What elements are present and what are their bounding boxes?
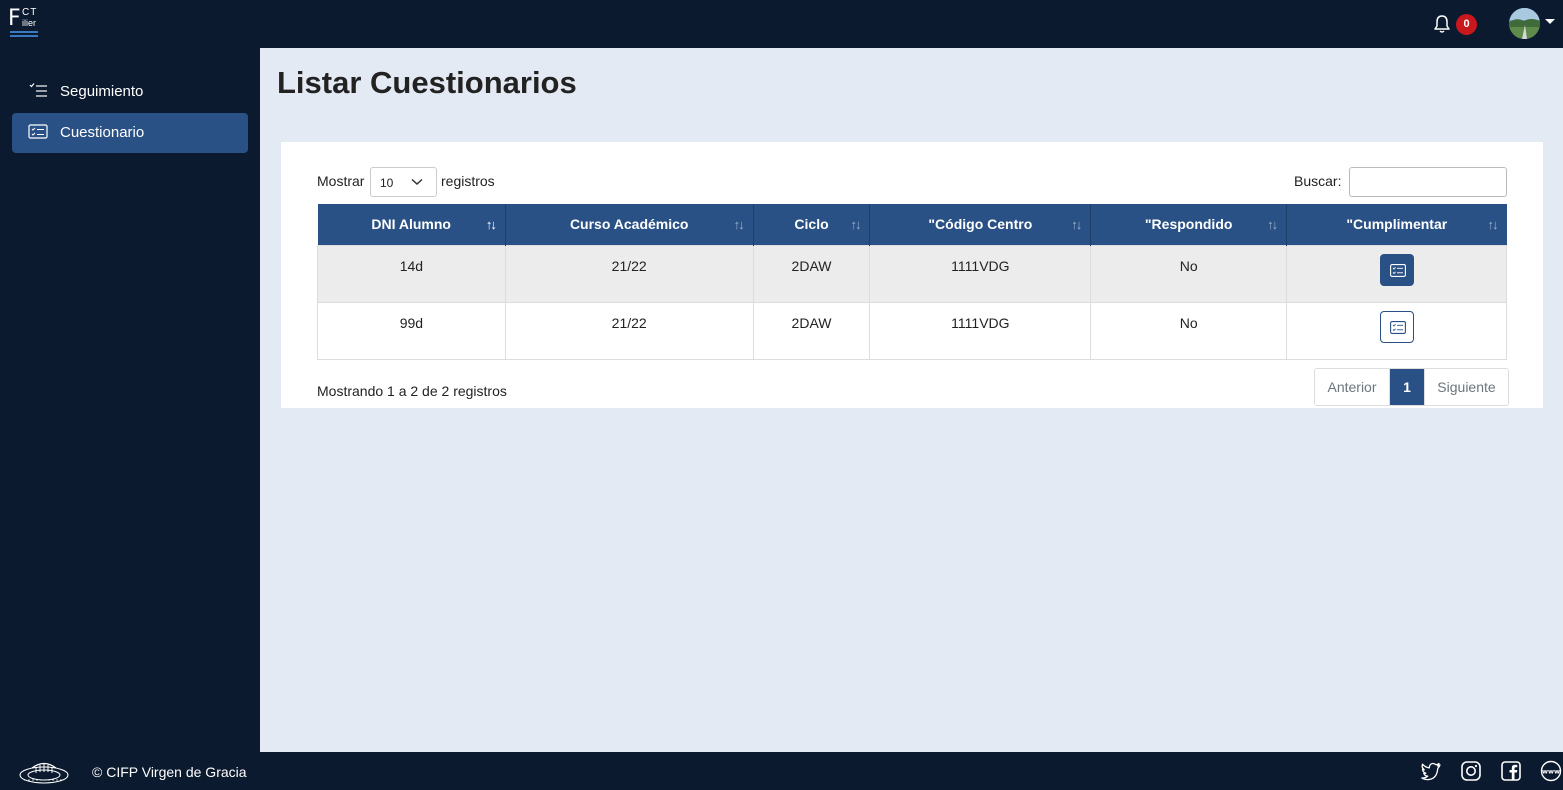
logo-underline [10,31,38,33]
column-header-respondido[interactable]: "Respondido ↑↓ [1090,204,1288,245]
facebook-icon[interactable] [1500,760,1522,782]
footer: © CIFP Virgen de Gracia www [0,752,1563,790]
pagination-prev[interactable]: Anterior [1315,369,1390,405]
chevron-down-icon [411,178,423,186]
page-length-select[interactable]: 10 [370,167,437,197]
sidebar-item-seguimiento[interactable]: Seguimiento [12,72,248,112]
avatar-image [1509,8,1540,39]
page-length-value: 10 [380,176,394,190]
bell-icon[interactable] [1432,14,1452,34]
cell-respondido: No [1090,244,1288,303]
column-header-curso[interactable]: Curso Académico ↑↓ [505,204,754,245]
checklist-icon [29,83,47,97]
avatar[interactable] [1509,8,1540,39]
search-input[interactable] [1349,167,1507,197]
sort-icon: ↑↓ [850,217,861,232]
cumplimentar-button[interactable] [1379,253,1414,286]
length-label: Mostrar [317,173,365,189]
column-header-ciclo[interactable]: Ciclo ↑↓ [753,204,871,245]
top-bar: F CT ilier 0 [0,0,1563,48]
sidebar: Seguimiento Cuestionario [0,48,260,752]
instagram-icon[interactable] [1460,760,1482,782]
sort-icon: ↑↓ [1071,217,1082,232]
pagination-page-1[interactable]: 1 [1390,369,1424,405]
column-header-dni[interactable]: DNI Alumno ↑↓ [317,204,506,245]
sidebar-item-label: Cuestionario [60,124,145,141]
notification-badge[interactable]: 0 [1456,14,1477,35]
cell-centro: 1111VDG [869,244,1092,303]
footer-copyright: © CIFP Virgen de Gracia [92,764,247,780]
sort-icon: ↑↓ [1267,217,1278,232]
pagination-next[interactable]: Siguiente [1424,369,1508,405]
www-icon[interactable]: www [1540,760,1562,782]
form-card-icon [1389,263,1406,277]
cell-respondido: No [1090,301,1288,360]
table-row: 99d 21/22 2DAW 1111VDG No [317,301,1507,360]
sidebar-item-label: Seguimiento [60,83,144,100]
form-card-icon [1389,320,1406,334]
cell-centro: 1111VDG [869,301,1092,360]
logo-letter: F [8,6,21,31]
cell-cumplimentar [1286,244,1507,303]
column-header-centro[interactable]: "Código Centro ↑↓ [869,204,1092,245]
svg-text:www: www [1542,768,1560,776]
school-logo-icon [19,762,69,784]
cell-dni: 99d [317,301,506,360]
column-header-cumplimentar[interactable]: "Cumplimentar ↑↓ [1286,204,1507,245]
logo-ct: CT [22,7,38,18]
main-content: Listar Cuestionarios Mostrar 10 registro… [260,48,1563,752]
table-info: Mostrando 1 a 2 de 2 registros [317,383,507,399]
cell-dni: 14d [317,244,506,303]
logo-filier: ilier [22,18,37,28]
sort-icon: ↑↓ [485,217,497,232]
table-header-row: DNI Alumno ↑↓ Curso Académico ↑↓ Ciclo ↑… [317,204,1507,245]
cell-cumplimentar [1286,301,1507,360]
sort-icon: ↑↓ [1487,217,1499,232]
chevron-down-icon[interactable] [1545,19,1555,24]
logo-underline [10,35,38,37]
cumplimentar-button[interactable] [1379,310,1414,343]
app-logo[interactable]: F CT ilier [8,6,40,40]
length-suffix: registros [441,173,495,189]
search-label: Buscar: [1294,173,1342,189]
cell-ciclo: 2DAW [752,301,871,360]
sidebar-item-cuestionario[interactable]: Cuestionario [12,113,248,153]
cuestionarios-table: DNI Alumno ↑↓ Curso Académico ↑↓ Ciclo ↑… [317,204,1507,360]
cell-curso: 21/22 [504,244,754,303]
table-card: Mostrar 10 registros Buscar: DNI Alumno … [281,142,1543,408]
cell-ciclo: 2DAW [752,244,871,303]
sort-icon: ↑↓ [733,217,745,232]
table-row: 14d 21/22 2DAW 1111VDG No [317,244,1507,303]
twitter-icon[interactable] [1420,760,1442,782]
cell-curso: 21/22 [504,301,754,360]
page-title: Listar Cuestionarios [277,65,577,100]
form-card-icon [28,124,48,139]
pagination: Anterior 1 Siguiente [1314,368,1509,406]
